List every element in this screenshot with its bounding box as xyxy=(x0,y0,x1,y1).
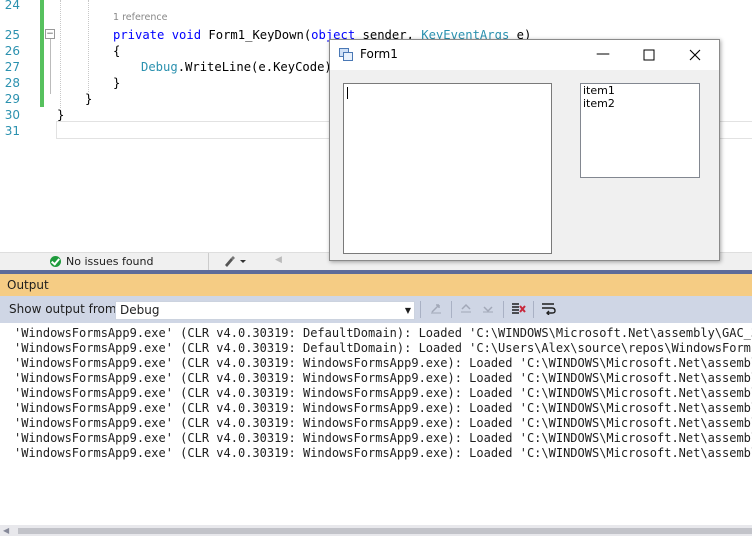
next-message-icon[interactable] xyxy=(479,301,497,318)
output-line: 'WindowsFormsApp9.exe' (CLR v4.0.30319: … xyxy=(14,416,752,430)
method-name: Form1_KeyDown xyxy=(208,28,304,42)
close-icon xyxy=(689,49,701,61)
output-line: 'WindowsFormsApp9.exe' (CLR v4.0.30319: … xyxy=(14,326,752,340)
toolbar-separator xyxy=(420,301,421,318)
indent-guide xyxy=(88,0,89,92)
line-number: 28 xyxy=(4,76,20,90)
divider xyxy=(208,253,209,270)
output-source-select[interactable]: Debug ▼ xyxy=(115,301,415,320)
code-line-30: } xyxy=(57,108,65,122)
listbox[interactable]: item1 item2 xyxy=(580,83,700,178)
show-output-from-label: Show output from: xyxy=(9,302,121,316)
line-number: 27 xyxy=(4,60,20,74)
keyword: private xyxy=(113,28,165,42)
output-line: 'WindowsFormsApp9.exe' (CLR v4.0.30319: … xyxy=(14,371,752,385)
output-line: 'WindowsFormsApp9.exe' (CLR v4.0.30319: … xyxy=(14,446,752,460)
change-indicator-bar xyxy=(40,0,44,107)
output-line: 'WindowsFormsApp9.exe' (CLR v4.0.30319: … xyxy=(14,341,752,355)
horizontal-scrollbar[interactable]: ◀ xyxy=(0,525,752,536)
code-line-26: { xyxy=(113,44,121,58)
output-source-value: Debug xyxy=(120,303,160,317)
toolbar-separator xyxy=(503,301,504,318)
code-line-27: Debug.WriteLine(e.KeyCode); xyxy=(141,59,339,75)
output-text[interactable]: 'WindowsFormsApp9.exe' (CLR v4.0.30319: … xyxy=(0,324,752,524)
line-number: 29 xyxy=(4,92,20,106)
line-number: 25 xyxy=(4,28,20,42)
output-pane-header[interactable]: Output xyxy=(0,274,752,296)
issues-status[interactable]: No issues found xyxy=(66,255,153,268)
line-number: 30 xyxy=(4,108,20,122)
word-wrap-icon[interactable] xyxy=(539,301,557,318)
app-window-icon xyxy=(339,48,353,61)
list-item[interactable]: item2 xyxy=(581,97,699,110)
close-button[interactable] xyxy=(672,40,718,70)
clear-all-icon[interactable] xyxy=(509,301,527,318)
chevron-down-icon: ▼ xyxy=(404,306,411,315)
code-line-29: } xyxy=(85,92,93,106)
prev-message-icon[interactable] xyxy=(457,301,475,318)
line-number: 31 xyxy=(4,124,20,138)
scroll-left-icon[interactable]: ◀ xyxy=(3,526,9,535)
output-line: 'WindowsFormsApp9.exe' (CLR v4.0.30319: … xyxy=(14,386,752,400)
output-line: 'WindowsFormsApp9.exe' (CLR v4.0.30319: … xyxy=(14,431,752,445)
indent-guide xyxy=(60,0,61,108)
codelens-reference-count[interactable]: 1 reference xyxy=(113,12,167,23)
output-title: Output xyxy=(7,278,49,292)
text-caret xyxy=(347,87,348,99)
paintbrush-icon xyxy=(225,256,246,267)
window-title: Form1 xyxy=(360,47,398,61)
toolbar-separator xyxy=(533,301,534,318)
line-number: 26 xyxy=(4,44,20,58)
minimize-icon: — xyxy=(596,46,610,62)
code-cleanup-dropdown[interactable] xyxy=(222,254,248,269)
collapse-outline-toggle[interactable]: − xyxy=(45,29,55,39)
minimize-button[interactable]: — xyxy=(580,40,626,70)
outline-fold-line xyxy=(50,39,51,94)
form1-title-bar[interactable]: Form1 — xyxy=(330,40,719,70)
check-circle-icon xyxy=(50,256,61,267)
scrollbar-thumb[interactable] xyxy=(18,528,752,534)
maximize-button[interactable] xyxy=(626,40,672,70)
list-item[interactable]: item1 xyxy=(581,84,699,97)
form1-window: Form1 — item1 item2 xyxy=(329,39,720,261)
find-message-icon[interactable] xyxy=(427,301,445,318)
keyword: void xyxy=(171,28,202,42)
maximize-icon xyxy=(643,49,655,61)
scroll-left-icon[interactable]: ◀ xyxy=(275,255,282,265)
output-line: 'WindowsFormsApp9.exe' (CLR v4.0.30319: … xyxy=(14,401,752,415)
output-toolbar: Show output from: Debug ▼ xyxy=(0,296,752,323)
output-pane: Output Show output from: Debug ▼ 'Window… xyxy=(0,270,752,536)
code-token: .WriteLine(e.KeyCode); xyxy=(177,60,340,74)
line-number: 24 xyxy=(4,0,20,12)
type-name: Debug xyxy=(141,60,178,74)
output-line: 'WindowsFormsApp9.exe' (CLR v4.0.30319: … xyxy=(14,356,752,370)
textbox[interactable] xyxy=(343,83,552,254)
toolbar-separator xyxy=(451,301,452,318)
code-line-28: } xyxy=(113,76,121,90)
